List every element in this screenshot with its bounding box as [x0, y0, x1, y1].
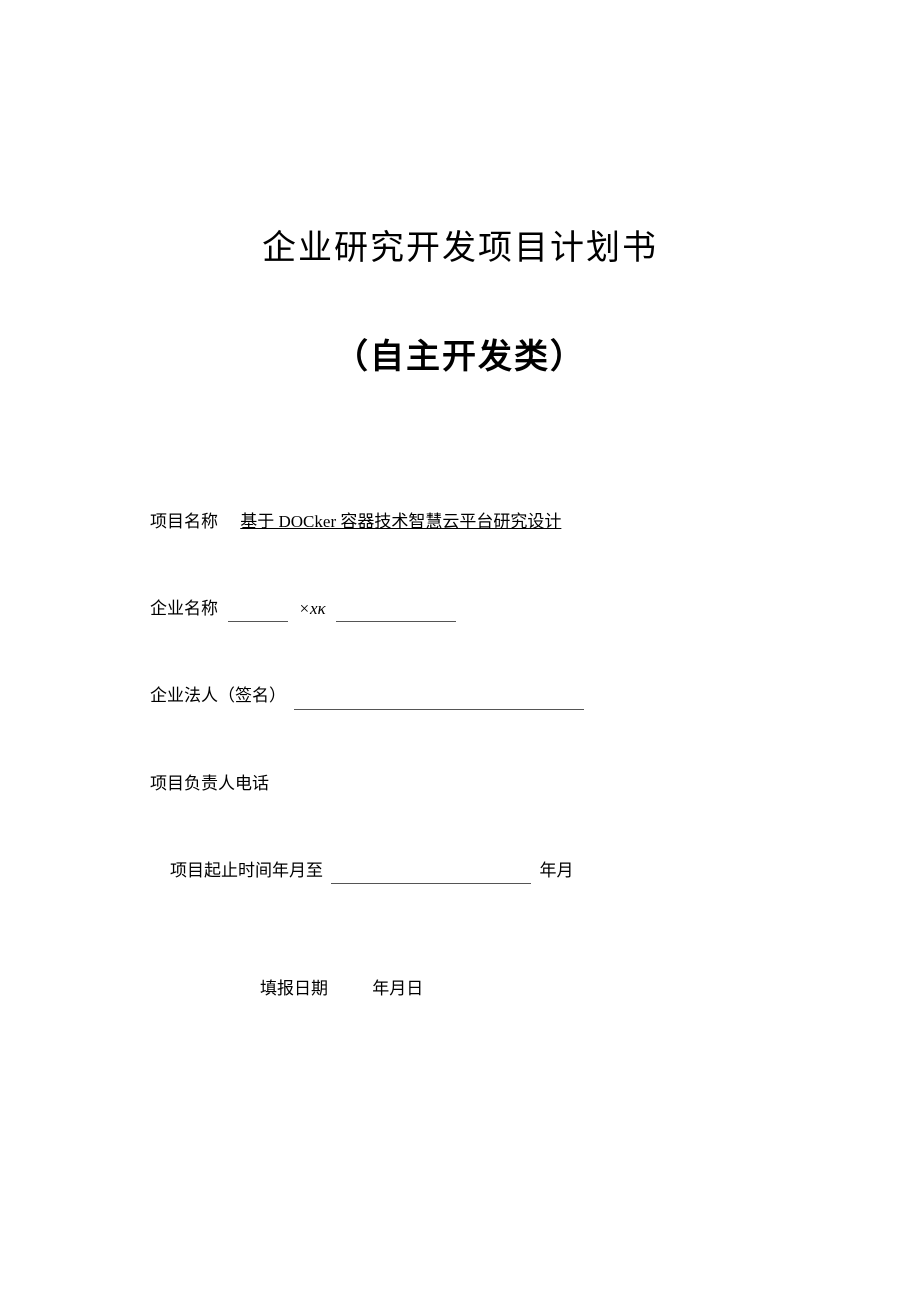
project-name-label: 项目名称: [150, 512, 218, 531]
field-project-name: 项目名称 基于 DOCker 容器技术智慧云平台研究设计: [150, 508, 770, 535]
project-name-value: 基于 DOCker 容器技术智慧云平台研究设计: [240, 512, 561, 531]
company-name-label: 企业名称: [150, 599, 218, 618]
blank-line: [294, 691, 584, 710]
field-company-name: 企业名称 ×xκ: [150, 595, 770, 622]
legal-person-label: 企业法人（签名）: [150, 686, 286, 705]
document-subtitle: （自主开发类）: [150, 329, 770, 378]
duration-suffix: 年月: [540, 861, 574, 880]
blank-line: [331, 865, 531, 884]
report-date-label: 填报日期: [260, 979, 328, 998]
contact-label: 项目负责人电话: [150, 774, 269, 793]
blank-line: [336, 604, 456, 623]
field-duration: 项目起止时间年月至 年月: [150, 857, 770, 884]
document-title: 企业研究开发项目计划书: [150, 220, 770, 269]
company-name-value: ×xκ: [299, 599, 326, 618]
report-date-format: 年月日: [372, 979, 423, 998]
field-legal-person: 企业法人（签名）: [150, 682, 770, 709]
duration-prefix: 项目起止时间年月至: [170, 861, 323, 880]
blank-line: [228, 604, 288, 623]
field-report-date: 填报日期 年月日: [150, 974, 770, 999]
field-contact: 项目负责人电话: [150, 770, 770, 797]
